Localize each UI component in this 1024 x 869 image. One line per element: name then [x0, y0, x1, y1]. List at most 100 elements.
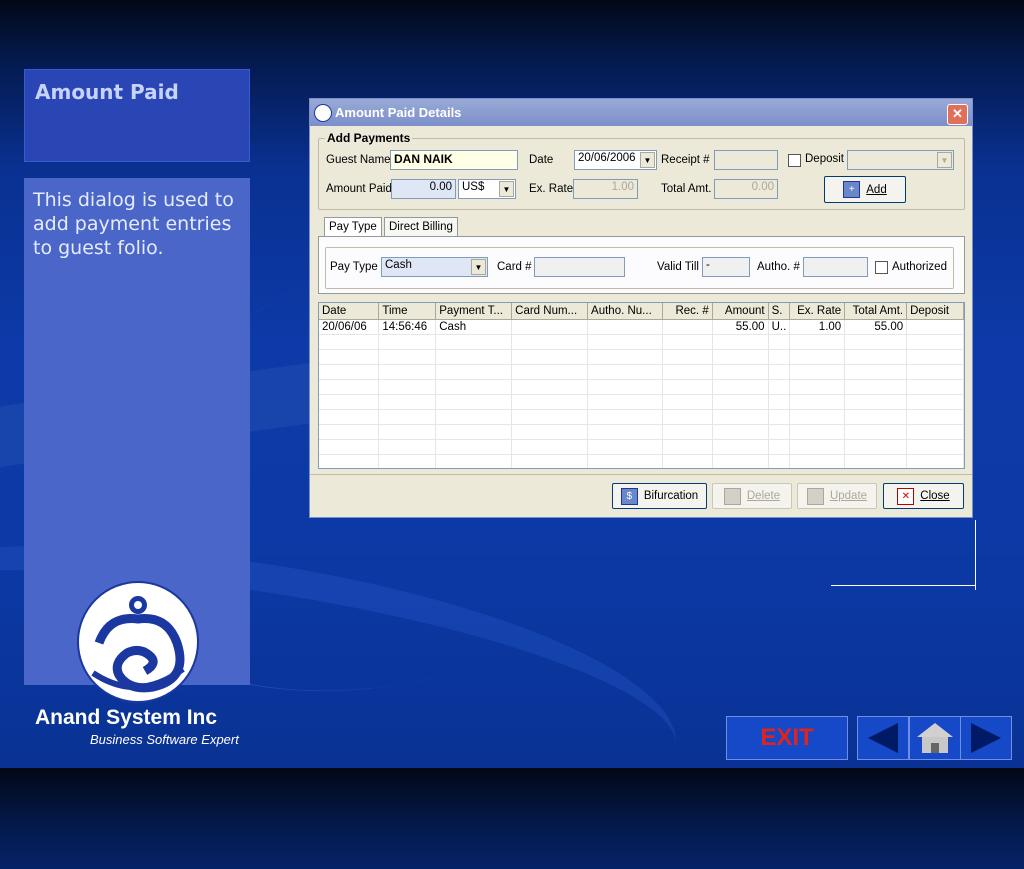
add-button[interactable]: + Add	[824, 176, 906, 203]
next-slide-button[interactable]	[960, 716, 1012, 760]
table-cell	[435, 439, 513, 455]
pay-type-select[interactable]: Cash ▼	[381, 257, 488, 277]
column-header[interactable]: Date	[319, 303, 380, 320]
table-cell	[435, 454, 513, 468]
table-cell	[662, 439, 713, 455]
company-tagline: Business Software Expert	[90, 732, 239, 747]
table-cell	[511, 364, 589, 380]
delete-button[interactable]: Delete	[712, 483, 792, 509]
chevron-down-icon[interactable]: ▼	[471, 259, 486, 275]
currency-select[interactable]: US$ ▼	[458, 179, 516, 199]
table-cell	[511, 334, 589, 350]
close-icon[interactable]: ✕	[947, 104, 968, 125]
amount-paid-field[interactable]: 0.00	[391, 179, 456, 199]
decorative-line	[975, 520, 976, 590]
table-row[interactable]: 20/06/06 14:56:46 Cash 55.00 U.. 1.00 55.00	[319, 319, 964, 335]
table-cell	[789, 364, 846, 380]
table-cell	[587, 439, 663, 455]
chevron-down-icon[interactable]: ▼	[937, 152, 952, 168]
table-row[interactable]	[319, 409, 964, 425]
add-payments-label: Add Payments	[325, 131, 413, 145]
guest-name-field[interactable]: DAN NAIK	[390, 150, 518, 170]
deposit-checkbox[interactable]	[788, 154, 801, 167]
close-icon: ✕	[897, 487, 915, 505]
receipt-field[interactable]	[714, 150, 778, 170]
deposit-select[interactable]: ▼	[847, 150, 954, 170]
table-row[interactable]	[319, 424, 964, 440]
column-header[interactable]: Card Num...	[511, 303, 589, 320]
prev-arrow-icon	[868, 723, 898, 753]
table-cell	[712, 394, 769, 410]
table-row[interactable]	[319, 379, 964, 395]
column-header[interactable]: S.	[768, 303, 791, 320]
column-header[interactable]: Payment T...	[435, 303, 513, 320]
table-row[interactable]	[319, 349, 964, 365]
column-header[interactable]: Amount	[712, 303, 769, 320]
table-row[interactable]	[319, 439, 964, 455]
home-slide-button[interactable]	[909, 716, 961, 760]
prev-slide-button[interactable]	[857, 716, 909, 760]
date-picker[interactable]: 20/06/2006 ▼	[574, 150, 657, 170]
table-cell	[662, 364, 713, 380]
autho-field[interactable]	[803, 257, 868, 277]
column-header[interactable]: Total Amt.	[844, 303, 908, 320]
column-header[interactable]: Deposit	[906, 303, 964, 320]
dialog-title: Amount Paid Details	[335, 105, 462, 120]
ex-rate-field[interactable]: 1.00	[573, 179, 638, 199]
bifurcation-button[interactable]: $ Bifurcation	[612, 483, 707, 509]
table-cell	[319, 454, 380, 468]
table-cell	[378, 424, 437, 440]
card-field[interactable]	[534, 257, 625, 277]
table-cell	[712, 454, 769, 468]
table-cell	[789, 349, 846, 365]
table-cell	[712, 439, 769, 455]
autho-label: Autho. #	[757, 261, 800, 273]
company-logo	[77, 581, 199, 703]
tab-direct-billing[interactable]: Direct Billing	[384, 217, 458, 237]
table-cell	[906, 334, 964, 350]
tab-pay-type[interactable]: Pay Type	[324, 217, 382, 238]
table-cell	[587, 394, 663, 410]
table-cell	[587, 424, 663, 440]
table-cell	[378, 364, 437, 380]
table-cell	[319, 394, 380, 410]
bifurcation-icon: $	[620, 487, 638, 505]
table-cell	[844, 379, 908, 395]
table-cell	[662, 349, 713, 365]
chevron-down-icon[interactable]: ▼	[499, 181, 514, 197]
close-button[interactable]: ✕ Close	[883, 483, 964, 509]
total-amt-field[interactable]: 0.00	[714, 179, 778, 199]
table-cell: 1.00	[789, 319, 846, 335]
add-button-label: Add	[866, 183, 887, 196]
table-cell	[906, 349, 964, 365]
table-cell	[662, 319, 713, 335]
table-cell	[712, 364, 769, 380]
table-row[interactable]	[319, 394, 964, 410]
table-row[interactable]	[319, 364, 964, 380]
column-header[interactable]: Time	[378, 303, 437, 320]
table-row[interactable]	[319, 334, 964, 350]
exit-button[interactable]: EXIT	[726, 716, 848, 760]
column-header[interactable]: Autho. Nu...	[587, 303, 663, 320]
column-header[interactable]: Rec. #	[662, 303, 713, 320]
valid-till-field[interactable]: -	[702, 257, 750, 277]
guest-name-label: Guest Name	[326, 154, 391, 166]
authorized-checkbox[interactable]	[875, 261, 888, 274]
table-cell	[906, 454, 964, 468]
table-cell	[844, 424, 908, 440]
table-cell	[378, 349, 437, 365]
chevron-down-icon[interactable]: ▼	[640, 152, 655, 168]
payments-table: Date Time Payment T... Card Num... Autho…	[319, 303, 964, 468]
table-cell	[844, 364, 908, 380]
table-row[interactable]	[319, 454, 964, 468]
dialog-titlebar[interactable]: Amount Paid Details ✕	[310, 99, 972, 126]
slide-description: This dialog is used to add payment entri…	[33, 189, 234, 259]
update-button[interactable]: Update	[797, 483, 877, 509]
column-header[interactable]: Ex. Rate	[789, 303, 846, 320]
table-cell	[906, 319, 964, 335]
table-cell	[378, 334, 437, 350]
table-cell	[906, 394, 964, 410]
app-icon	[314, 104, 332, 122]
payments-grid[interactable]: Date Time Payment T... Card Num... Autho…	[318, 302, 965, 469]
valid-till-label: Valid Till	[657, 261, 699, 273]
